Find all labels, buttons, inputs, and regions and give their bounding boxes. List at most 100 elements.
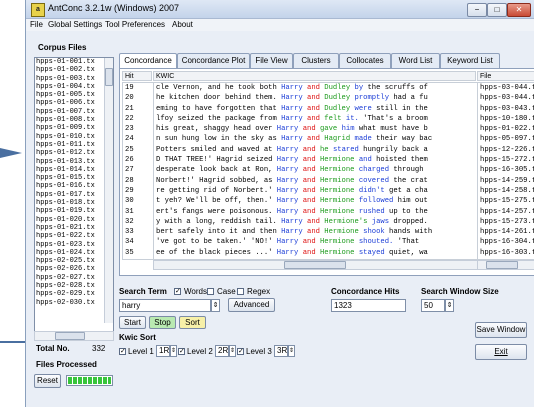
kwic-line[interactable]: bert safely into it and then Harry and H… — [154, 227, 477, 237]
level-3-select[interactable]: 3R — [274, 345, 288, 357]
tab-word-list[interactable]: Word List — [391, 53, 440, 68]
save-window-button[interactable]: Save Window — [475, 322, 527, 338]
corpus-file-item[interactable]: hpps-01-013.tx — [35, 158, 113, 166]
level-1-checkbox[interactable]: ✓ — [119, 348, 126, 355]
corpus-file-item[interactable]: hpps-01-001.tx — [35, 58, 113, 66]
corpus-file-item[interactable]: hpps-01-007.tx — [35, 108, 113, 116]
file-name[interactable]: hpps-16-303.tx — [478, 248, 534, 258]
kwic-line[interactable]: Potters smiled and waved at Harry and he… — [154, 145, 477, 155]
regex-checkbox[interactable] — [237, 288, 244, 295]
maximize-button[interactable]: □ — [487, 3, 507, 17]
kwic-line[interactable]: his great, shaggy head over Harry and ga… — [154, 124, 477, 134]
corpus-file-item[interactable]: hpps-01-020.tx — [35, 216, 113, 224]
corpus-horizontal-scrollbar[interactable] — [34, 331, 114, 341]
corpus-file-item[interactable]: hpps-01-011.tx — [35, 141, 113, 149]
corpus-file-item[interactable]: hpps-02-026.tx — [35, 265, 113, 273]
level-2-checkbox[interactable]: ✓ — [178, 348, 185, 355]
kwic-line[interactable]: y with a long, reddish tail. Harry and H… — [154, 217, 477, 227]
corpus-file-item[interactable]: hpps-01-021.tx — [35, 224, 113, 232]
kwic-line[interactable]: t yeh? We'll be off, then.' Harry and He… — [154, 196, 477, 206]
file-name[interactable]: hpps-03-044.tx — [478, 93, 534, 103]
tab-file-view[interactable]: File View — [250, 53, 293, 68]
menu-file[interactable]: File — [30, 20, 43, 29]
minimize-button[interactable]: − — [467, 3, 487, 17]
stop-button[interactable]: Stop — [149, 316, 176, 329]
tab-clusters[interactable]: Clusters — [293, 53, 339, 68]
exit-button[interactable]: Exit — [475, 344, 527, 360]
level-1-spinner[interactable]: ⇕ — [170, 345, 177, 357]
corpus-file-item[interactable]: hpps-02-025.tx — [35, 257, 113, 265]
corpus-scroll-thumb[interactable] — [105, 68, 113, 86]
file-name[interactable]: hpps-16-305.tx — [478, 165, 534, 175]
corpus-file-item[interactable]: hpps-01-024.tx — [35, 249, 113, 257]
corpus-file-item[interactable]: hpps-01-003.tx — [35, 75, 113, 83]
kwic-column-header[interactable]: KWIC — [153, 71, 476, 81]
tab-concordance[interactable]: Concordance — [119, 53, 177, 69]
words-checkbox[interactable]: ✓ — [174, 288, 181, 295]
corpus-file-item[interactable]: hpps-01-004.tx — [35, 83, 113, 91]
search-window-size-input[interactable]: 50 — [421, 299, 445, 312]
kwic-line[interactable]: he kitchen door behind them. Harry and D… — [154, 93, 477, 103]
corpus-file-item[interactable]: hpps-01-023.tx — [35, 241, 113, 249]
menu-global-settings[interactable]: Global Settings — [48, 20, 102, 29]
kwic-line[interactable]: lfoy seized the package from Harry and f… — [154, 114, 477, 124]
corpus-file-item[interactable]: hpps-01-015.tx — [35, 174, 113, 182]
file-name[interactable]: hpps-12-226.tx — [478, 145, 534, 155]
file-hscroll-thumb[interactable] — [486, 261, 518, 269]
file-name[interactable]: hpps-05-097.tx — [478, 134, 534, 144]
corpus-file-item[interactable]: hpps-02-028.tx — [35, 282, 113, 290]
advanced-button[interactable]: Advanced — [228, 298, 275, 312]
hit-column-header[interactable]: Hit — [122, 71, 152, 81]
corpus-file-item[interactable]: hpps-01-014.tx — [35, 166, 113, 174]
file-name[interactable]: hpps-14-257.tx — [478, 207, 534, 217]
file-name[interactable]: hpps-15-273.tx — [478, 217, 534, 227]
search-term-input[interactable]: harry — [119, 299, 211, 312]
level-3-checkbox[interactable]: ✓ — [237, 348, 244, 355]
corpus-file-item[interactable]: hpps-01-010.tx — [35, 133, 113, 141]
corpus-vertical-scrollbar[interactable] — [104, 58, 113, 323]
file-name[interactable]: hpps-14-259.tx — [478, 176, 534, 186]
kwic-line[interactable]: cle Vernon, and he took both Harry and D… — [154, 83, 477, 93]
file-name[interactable]: hpps-15-275.tx — [478, 196, 534, 206]
file-horizontal-scrollbar[interactable] — [477, 260, 534, 270]
kwic-horizontal-scrollbar[interactable] — [153, 260, 478, 270]
corpus-file-item[interactable]: hpps-02-029.tx — [35, 290, 113, 298]
menu-about[interactable]: About — [172, 20, 193, 29]
kwic-line[interactable]: desperate look back at Ron, Harry and He… — [154, 165, 477, 175]
reset-button[interactable]: Reset — [34, 374, 61, 388]
corpus-file-item[interactable]: hpps-01-008.tx — [35, 116, 113, 124]
file-name[interactable]: hpps-14-261.tx — [478, 227, 534, 237]
corpus-file-item[interactable]: hpps-02-030.tx — [35, 299, 113, 307]
file-name[interactable]: hpps-16-304.tx — [478, 237, 534, 247]
level-2-spinner[interactable]: ⇕ — [229, 345, 236, 357]
corpus-file-item[interactable]: hpps-01-016.tx — [35, 182, 113, 190]
corpus-file-item[interactable]: hpps-01-002.tx — [35, 66, 113, 74]
menu-tool-preferences[interactable]: Tool Preferences — [105, 20, 165, 29]
file-column[interactable]: hpps-03-044.txhpps-03-044.txhpps-03-043.… — [477, 82, 534, 260]
corpus-file-item[interactable]: hpps-01-019.tx — [35, 207, 113, 215]
file-name[interactable]: hpps-14-258.tx — [478, 186, 534, 196]
corpus-file-item[interactable]: hpps-01-006.tx — [35, 99, 113, 107]
corpus-file-item[interactable]: hpps-01-022.tx — [35, 232, 113, 240]
kwic-line[interactable]: re getting rid of Norbert.' Harry and He… — [154, 186, 477, 196]
corpus-file-item[interactable]: hpps-01-009.tx — [35, 124, 113, 132]
kwic-line[interactable]: 've got to be taken.' 'NO!' Harry and He… — [154, 237, 477, 247]
kwic-line[interactable]: n sun hung low in the sky as Harry and H… — [154, 134, 477, 144]
level-3-spinner[interactable]: ⇕ — [288, 345, 295, 357]
tab-concordance-plot[interactable]: Concordance Plot — [177, 53, 250, 68]
start-button[interactable]: Start — [119, 316, 146, 329]
level-1-select[interactable]: 1R — [156, 345, 170, 357]
file-name[interactable]: hpps-03-044.tx — [478, 83, 534, 93]
file-name[interactable]: hpps-15-272.tx — [478, 155, 534, 165]
kwic-column[interactable]: cle Vernon, and he took both Harry and D… — [153, 82, 478, 260]
close-button[interactable]: ✕ — [507, 3, 531, 17]
kwic-line[interactable]: ee of the black pieces ...' Harry and He… — [154, 248, 477, 258]
file-name[interactable]: hpps-03-043.tx — [478, 104, 534, 114]
kwic-hscroll-thumb[interactable] — [284, 261, 346, 269]
corpus-file-item[interactable]: hpps-01-017.tx — [35, 191, 113, 199]
kwic-line[interactable]: ert's fangs were poisonous. Harry and He… — [154, 207, 477, 217]
file-name[interactable]: hpps-10-180.tx — [478, 114, 534, 124]
search-history-spinner[interactable]: ⇕ — [211, 299, 220, 312]
kwic-line[interactable]: eming to have forgotten that Harry and D… — [154, 104, 477, 114]
window-size-spinner[interactable]: ⇕ — [445, 299, 454, 312]
